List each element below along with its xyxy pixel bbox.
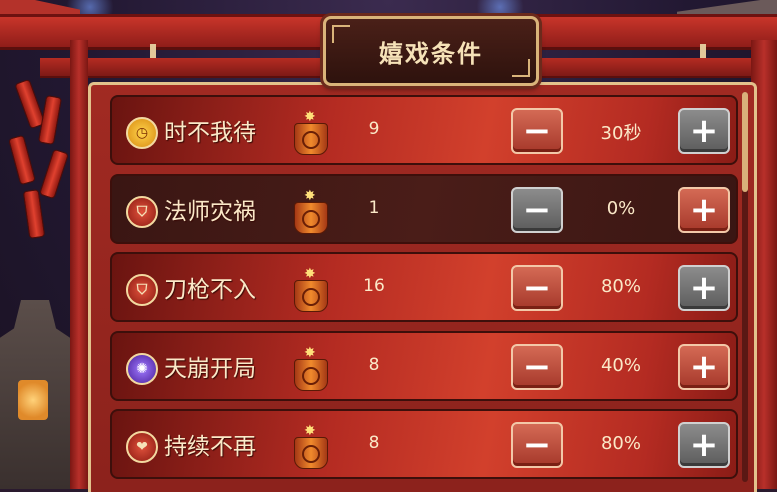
increase-button[interactable]: + xyxy=(678,187,730,233)
increase-button[interactable]: + xyxy=(678,265,730,311)
condition-value: 80% xyxy=(600,433,641,454)
decrease-button[interactable]: − xyxy=(511,187,563,233)
firecracker-count: 8 xyxy=(368,433,380,453)
firecracker-bucket-icon: ✸ xyxy=(292,109,328,155)
condition-row: ◷ 时不我待 ✸ 9 − 30秒 + xyxy=(110,95,738,165)
firecracker-count: 9 xyxy=(368,119,380,139)
condition-name: 法师灾祸 xyxy=(164,199,256,225)
starburst-icon: ✺ xyxy=(126,353,158,385)
condition-value: 40% xyxy=(600,355,641,376)
firecracker-count: 8 xyxy=(368,355,380,375)
beam-decoration xyxy=(150,44,156,58)
condition-row: ✺ 天崩开局 ✸ 8 − 40% + xyxy=(110,331,738,401)
condition-row: ⛉ 刀枪不入 ✸ 16 − 80% + xyxy=(110,252,738,322)
condition-row: ❤ 持续不再 ✸ 8 − 80% + xyxy=(110,409,738,479)
increase-button[interactable]: + xyxy=(678,422,730,468)
increase-button[interactable]: + xyxy=(678,344,730,390)
decrease-button[interactable]: − xyxy=(511,265,563,311)
condition-name: 时不我待 xyxy=(164,120,256,146)
firecracker-count: 16 xyxy=(363,276,385,296)
scrollbar[interactable] xyxy=(742,92,748,482)
firecracker-bucket-icon: ✸ xyxy=(292,188,328,234)
firecracker-count: 1 xyxy=(368,198,380,218)
lantern-light xyxy=(18,380,48,420)
condition-name: 持续不再 xyxy=(164,434,256,460)
decrease-button[interactable]: − xyxy=(511,108,563,154)
scroll-thumb[interactable] xyxy=(742,92,748,192)
beam-decoration xyxy=(700,44,706,58)
condition-name: 天崩开局 xyxy=(164,356,256,382)
condition-name: 刀枪不入 xyxy=(164,277,256,303)
firecracker-bucket-icon: ✸ xyxy=(292,423,328,469)
condition-value: 30秒 xyxy=(600,123,642,144)
firecracker-bucket-icon: ✸ xyxy=(292,266,328,312)
decrease-button[interactable]: − xyxy=(511,344,563,390)
firecracker-bucket-icon: ✸ xyxy=(292,345,328,391)
gate-post-left xyxy=(70,40,88,489)
condition-value: 80% xyxy=(600,276,641,297)
condition-row: ⛉ 法师灾祸 ✸ 1 − 0% + xyxy=(110,174,738,244)
decrease-button[interactable]: − xyxy=(511,422,563,468)
shield-icon: ⛉ xyxy=(126,274,158,306)
page-title: 嬉戏条件 xyxy=(379,39,483,68)
shield-icon: ⛉ xyxy=(126,196,158,228)
condition-value: 0% xyxy=(606,198,636,219)
increase-button[interactable]: + xyxy=(678,108,730,154)
clock-icon: ◷ xyxy=(126,117,158,149)
title-plaque: 嬉戏条件 xyxy=(323,16,539,86)
heart-shield-icon: ❤ xyxy=(126,431,158,463)
